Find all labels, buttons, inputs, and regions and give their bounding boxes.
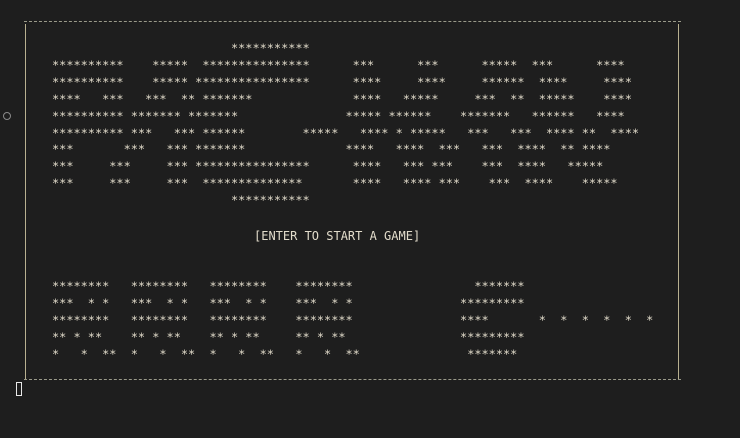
terminal-cursor[interactable]: [16, 382, 22, 396]
frame-border-top: [24, 21, 681, 22]
ghosts-and-pacman-ascii-art: ******** ******** ******** ******** ****…: [52, 279, 654, 361]
frame-border-bottom: [24, 379, 681, 380]
terminal-window: *********** ********** ***** ***********…: [0, 0, 740, 438]
pac-man-title-ascii-art: *********** ********** ***** ***********…: [52, 41, 640, 208]
frame-border-right: [678, 24, 679, 380]
start-game-prompt[interactable]: [ENTER TO START A GAME]: [254, 228, 420, 244]
frame-border-left: [25, 24, 26, 380]
gutter-circle-icon: [3, 112, 11, 120]
